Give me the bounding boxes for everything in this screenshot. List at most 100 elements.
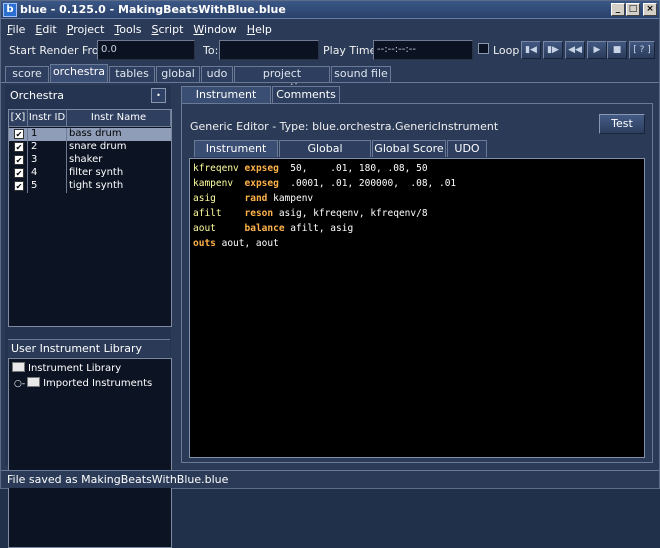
menu-script[interactable]: Script [152,23,184,36]
table-row[interactable]: ✔ 1 bass drum [9,128,171,141]
stop-button[interactable]: ■ [607,41,627,59]
column-separator [66,141,67,154]
window-title: blue - 0.125.0 - MakingBeatsWithBlue.blu… [20,3,286,16]
play-time-input[interactable]: --:--:--:-- [373,40,473,60]
instr-id-cell: 3 [31,154,38,165]
row-enabled-checkbox[interactable]: ✔ [14,155,24,165]
tree-node-instrument-library[interactable]: Instrument Library [12,362,121,375]
row-enabled-checkbox[interactable]: ✔ [14,142,24,152]
col-enabled[interactable]: [X] [9,110,28,127]
tab-global-orchestra[interactable]: Global Orchestra [279,140,371,170]
instr-id-cell: 5 [31,180,38,191]
tab-project-properties[interactable]: project properties [234,66,330,94]
tab-instrument-editor[interactable]: Instrument Editor [181,86,271,116]
table-row[interactable]: ✔ 4 filter synth [9,167,171,180]
play-button[interactable]: ▶ [587,41,607,59]
status-bar: File saved as MakingBeatsWithBlue.blue [1,470,659,488]
instr-name-cell: tight synth [69,180,124,191]
row-enabled-checkbox[interactable]: ✔ [14,181,24,191]
column-separator [27,180,28,193]
orchestra-panel: Orchestra • [X] Instr ID Instr Name ✔ 1 … [5,85,172,548]
folder-icon [27,377,41,387]
row-enabled-checkbox[interactable]: ✔ [14,129,24,139]
row-enabled-checkbox[interactable]: ✔ [14,168,24,178]
code-editor[interactable]: kfreqenv expseg 50, .01, 180, .08, 50 ka… [189,158,645,458]
editor-panel: Instrument Editor Comments Generic Edito… [177,85,657,465]
column-separator [66,128,67,141]
table-row[interactable]: ✔ 2 snare drum [9,141,171,154]
column-separator [66,180,67,193]
code-line: outs aout, aout [193,238,279,249]
instr-name-cell: snare drum [69,141,127,152]
add-instrument-button[interactable]: • [151,88,166,103]
code-line: aout balance afilt, asig [193,223,354,234]
loop-label: Loop [493,44,520,57]
instr-name-cell: bass drum [69,128,122,139]
menu-help[interactable]: Help [247,23,272,36]
step-forward-button[interactable]: ▮▶ [543,41,563,59]
tab-comments[interactable]: Comments [272,86,340,103]
tab-udo-editor[interactable]: UDO [447,140,487,157]
rewind-button[interactable]: ◀◀ [565,41,585,59]
code-line: asig rand kampenv [193,193,314,204]
column-separator [27,154,28,167]
tab-global[interactable]: global [156,66,200,82]
app-icon: b [3,2,17,17]
instr-name-cell: shaker [69,154,103,165]
tab-orchestra[interactable]: orchestra [50,64,108,82]
tab-instrument-text[interactable]: Instrument Text [194,140,278,170]
column-separator [27,141,28,154]
column-separator [27,167,28,180]
render-toolbar: Start Render From: 0.0 To: Play Time: --… [1,38,659,62]
code-line: afilt reson asig, kfreqenv, kfreqenv/8 [193,208,428,219]
tab-udo[interactable]: udo [201,66,233,82]
tree-node-label: Instrument Library [28,363,122,374]
minimize-button[interactable]: _ [611,3,625,16]
menu-edit[interactable]: Edit [35,23,56,36]
instrument-table: [X] Instr ID Instr Name ✔ 1 bass drum ✔ … [8,109,172,327]
tree-node-imported-instruments[interactable]: ○- Imported Instruments [14,377,152,390]
test-button[interactable]: Test [599,114,645,134]
tab-tables[interactable]: tables [109,66,155,82]
orchestra-header: Orchestra [10,89,65,102]
tree-node-label: Imported Instruments [43,378,153,389]
rewind-start-button[interactable]: ▮◀ [521,41,541,59]
instr-id-cell: 2 [31,141,38,152]
menu-file[interactable]: File [7,23,25,36]
tab-divider [1,82,659,83]
main-tabs: score orchestra tables global udo projec… [1,64,659,94]
table-row[interactable]: ✔ 3 shaker [9,154,171,167]
code-line: kfreqenv expseg 50, .01, 180, .08, 50 [193,163,428,174]
instr-id-cell: 1 [31,128,38,139]
column-separator [66,154,67,167]
instrument-editor: Generic Editor - Type: blue.orchestra.Ge… [181,103,653,463]
instr-name-cell: filter synth [69,167,124,178]
menu-tools[interactable]: Tools [114,23,141,36]
menu-project[interactable]: Project [67,23,105,36]
code-line: kampenv expseg .0001, .01, 200000, .08, … [193,178,457,189]
tab-score[interactable]: score [5,66,49,82]
help-button[interactable]: [ ? ] [629,41,655,59]
col-instr-name[interactable]: Instr Name [67,110,171,127]
editor-type-label: Generic Editor - Type: blue.orchestra.Ge… [190,120,499,133]
column-separator [66,167,67,180]
tree-handle-icon[interactable]: ○- [14,379,25,389]
table-row[interactable]: ✔ 5 tight synth [9,180,171,193]
maximize-button[interactable]: □ [626,3,640,16]
folder-icon [12,362,25,372]
start-render-input[interactable]: 0.0 [97,40,195,60]
main-window: b blue - 0.125.0 - MakingBeatsWithBlue.b… [0,0,660,548]
play-time-label: Play Time: [323,44,381,57]
menu-window[interactable]: Window [193,23,236,36]
menu-bar: File Edit Project Tools Script Window He… [1,20,659,38]
loop-checkbox[interactable] [478,43,489,54]
instr-id-cell: 4 [31,167,38,178]
to-label: To: [203,44,219,57]
column-separator [27,128,28,141]
close-button[interactable]: × [643,3,657,16]
to-input[interactable] [219,40,319,60]
col-instr-id[interactable]: Instr ID [28,110,67,127]
title-bar[interactable]: b blue - 0.125.0 - MakingBeatsWithBlue.b… [1,1,659,19]
tab-global-score[interactable]: Global Score [372,140,446,157]
tab-sound-file[interactable]: sound file [331,66,391,82]
